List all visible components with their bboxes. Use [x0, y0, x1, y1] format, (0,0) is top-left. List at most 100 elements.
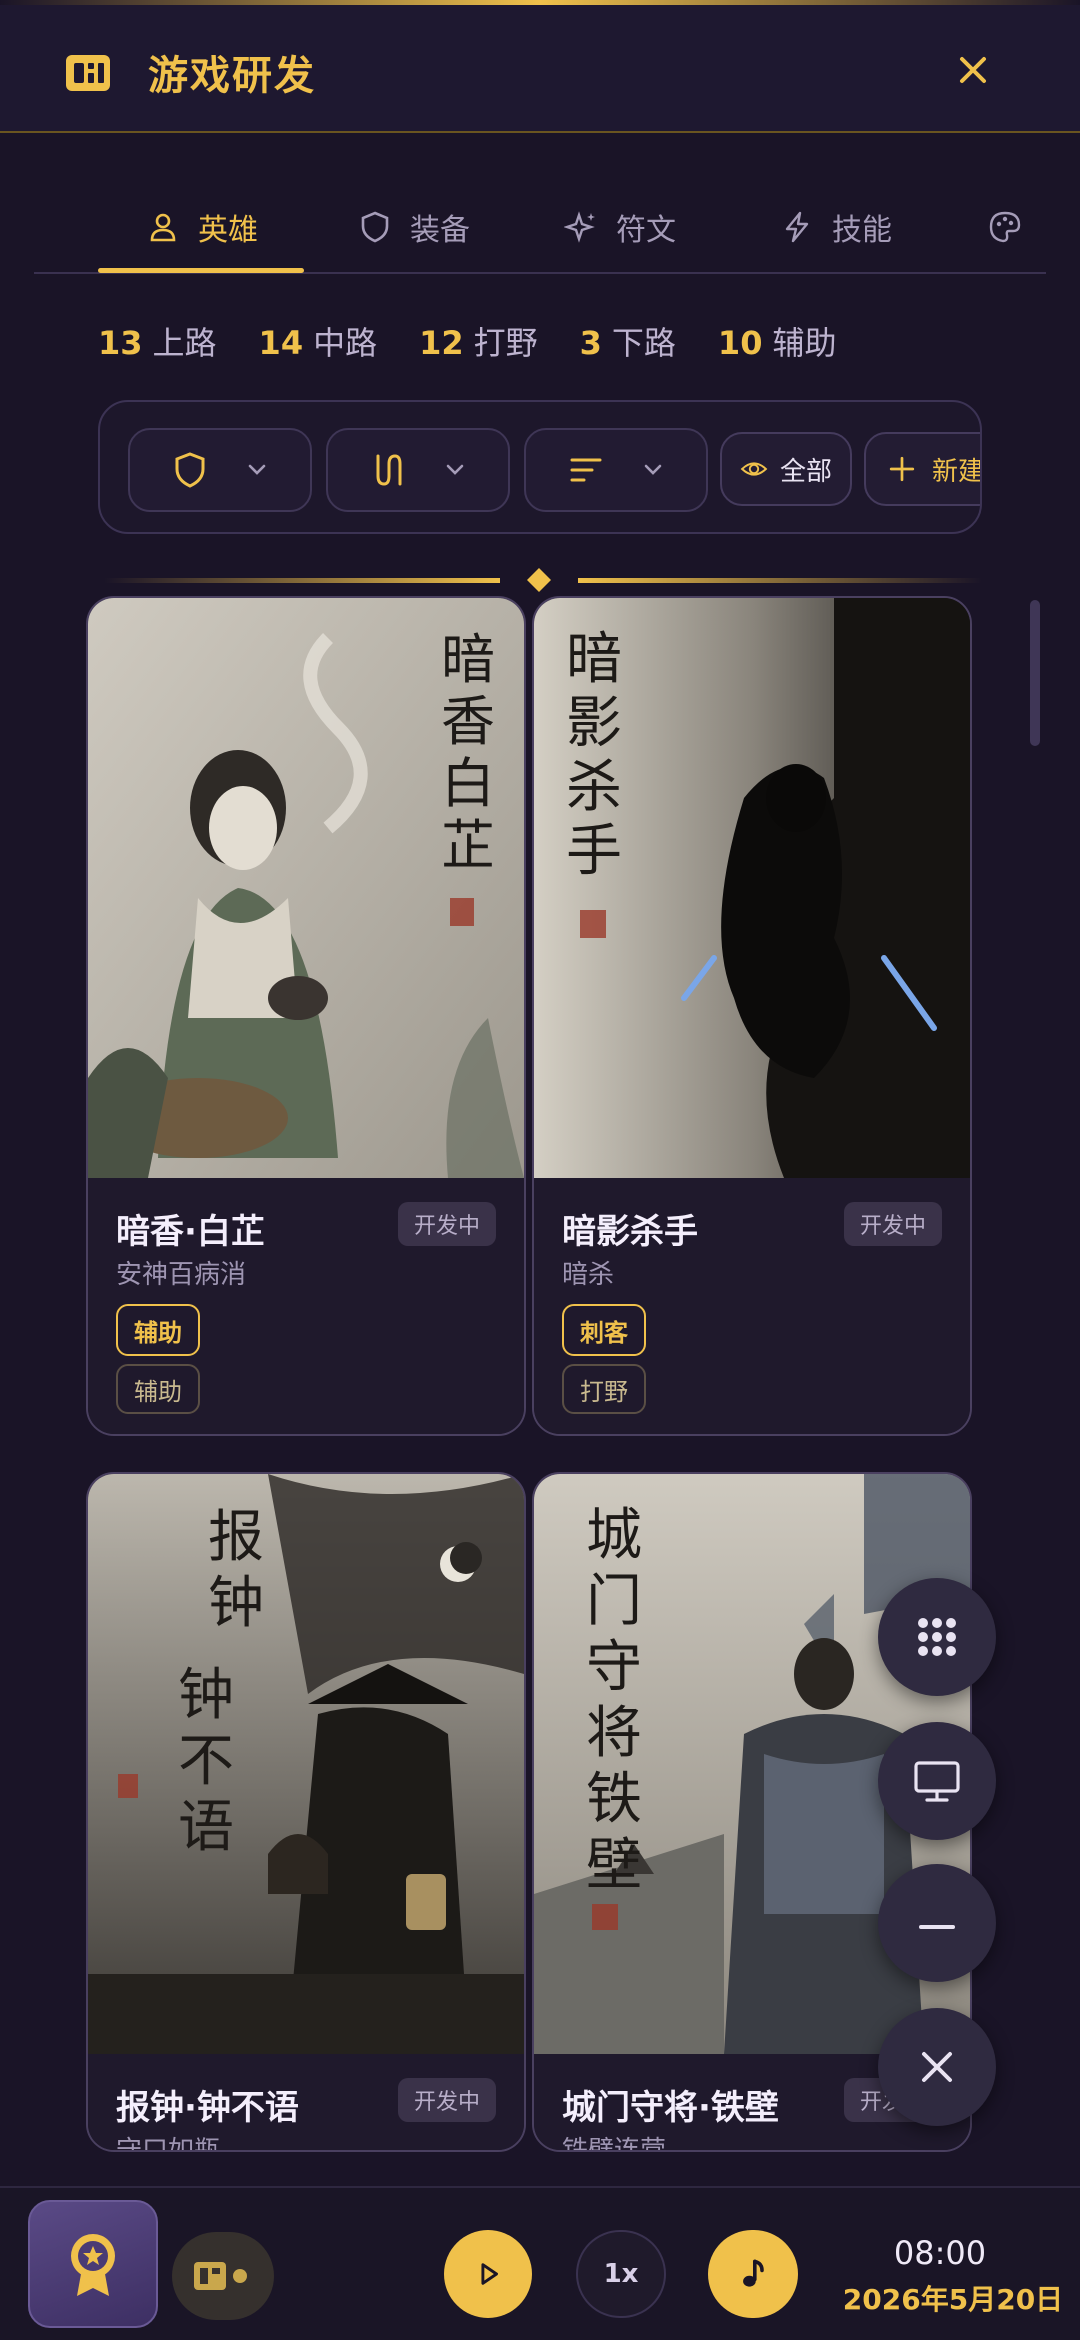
palette-icon [989, 211, 1021, 243]
music-button[interactable] [708, 2230, 798, 2318]
count-label: 上路 [152, 324, 217, 362]
art-title-char: 铁 [586, 1767, 642, 1832]
hero-name: 报钟·钟不语 [116, 2088, 299, 2128]
lane-filter-dropdown[interactable] [326, 428, 510, 512]
scrollbar[interactable] [1030, 600, 1040, 746]
minimize-icon [919, 1925, 955, 1929]
route-icon [376, 454, 402, 486]
count-label: 打野 [473, 324, 538, 362]
monitor-icon [914, 1761, 960, 1802]
category-tabs: 英雄 装备 符文 技能 [34, 180, 1046, 274]
new-label: 新建 [931, 456, 982, 487]
grid-icon [918, 1618, 956, 1656]
hero-card[interactable]: 暗 香 白 芷 暗香·白芷 开发中 安神百病消 辅助 辅助 [86, 596, 526, 1436]
art-title-char: 手 [566, 819, 622, 884]
count-number: 14 [258, 324, 304, 362]
hero-portrait-image: 暗 香 白 芷 [88, 598, 524, 1178]
game-date: 2026年5月20日 [842, 2283, 1064, 2316]
art-title-char: 门 [586, 1569, 642, 1634]
tab-skills[interactable]: 技能 [780, 180, 892, 274]
count-jungle[interactable]: 12 打野 [419, 318, 538, 368]
count-number: 3 [579, 324, 602, 362]
hero-card[interactable]: 暗 影 杀 手 暗影杀手 开发中 暗杀 刺客 打野 [532, 596, 972, 1436]
achievements-button[interactable] [28, 2200, 158, 2328]
visibility-filter-button[interactable]: 全部 [720, 432, 852, 506]
art-title-char: 香 [441, 690, 495, 753]
status-badge: 开发中 [843, 1202, 942, 1246]
music-icon [743, 2259, 764, 2287]
art-title-char: 杀 [566, 755, 622, 820]
sort-dropdown[interactable] [524, 428, 708, 512]
app-header: 游戏研发 [0, 5, 1080, 133]
award-icon [71, 2234, 115, 2296]
tab-label: 技能 [832, 213, 892, 248]
speed-button[interactable]: 1x [576, 2230, 666, 2318]
hero-subtitle: 铁壁连营 [562, 2136, 667, 2152]
count-mid[interactable]: 14 中路 [259, 318, 378, 368]
bolt-icon [785, 211, 809, 243]
count-top[interactable]: 13 上路 [98, 318, 217, 368]
art-title-char: 报 [208, 1505, 264, 1570]
sort-icon [570, 458, 602, 482]
play-button[interactable] [444, 2230, 532, 2318]
art-title-char: 暗 [566, 627, 622, 692]
tab-runes[interactable]: 符文 [564, 180, 676, 274]
art-title-char: 将 [586, 1701, 642, 1766]
user-icon [150, 213, 176, 242]
status-badge: 开发中 [397, 2078, 496, 2122]
plus-icon [889, 456, 915, 482]
ornamental-divider [104, 568, 982, 592]
tab-heroes[interactable]: 英雄 [146, 180, 258, 274]
art-title-char: 钟 [208, 1571, 264, 1636]
grid-view-button[interactable] [878, 1578, 996, 1696]
game-time: 08:00 [893, 2234, 987, 2272]
art-title-char: 白 [441, 752, 495, 815]
hero-subtitle: 安神百病消 [116, 1260, 247, 1290]
lane-tag: 辅助 [116, 1364, 200, 1414]
list-clip [0, 2152, 1080, 2186]
close-overlay-button[interactable] [878, 2008, 996, 2126]
count-support[interactable]: 10 辅助 [718, 318, 837, 368]
close-icon [922, 2052, 952, 2082]
tab-equipment[interactable]: 装备 [358, 180, 470, 274]
count-label: 辅助 [772, 324, 837, 362]
art-title-char: 语 [178, 1795, 234, 1860]
display-button[interactable] [878, 1722, 996, 1840]
role-tag: 刺客 [562, 1304, 646, 1356]
minimize-button[interactable] [878, 1864, 996, 1982]
page-title: 游戏研发 [148, 53, 316, 99]
count-label: 中路 [313, 324, 378, 362]
filter-bar: 全部 新建 [98, 400, 982, 534]
hero-portrait-image: 报 钟 钟 不 语 [88, 1474, 524, 2054]
tab-label: 符文 [616, 213, 676, 248]
art-title-char: 守 [586, 1635, 642, 1700]
tab-skins[interactable] [988, 180, 1022, 274]
art-title-char: 钟 [178, 1663, 234, 1728]
hero-portrait-image: 暗 影 杀 手 [534, 598, 970, 1178]
card-info: 暗香·白芷 开发中 安神百病消 辅助 辅助 [88, 1178, 524, 1434]
studio-mode-button[interactable] [172, 2232, 274, 2320]
art-title-char: 壁 [586, 1833, 642, 1898]
new-hero-button[interactable]: 新建 [864, 432, 982, 506]
chevron-down-icon [248, 464, 266, 475]
status-badge: 开发中 [397, 1202, 496, 1246]
count-label: 下路 [611, 324, 676, 362]
count-bottom[interactable]: 3 下路 [580, 318, 676, 368]
count-number: 10 [717, 324, 763, 362]
shield-icon [175, 452, 205, 488]
hero-card[interactable]: 报 钟 钟 不 语 报钟·钟不语 开发中 守口如瓶 [86, 1472, 526, 2152]
visibility-label: 全部 [779, 456, 832, 487]
tab-label: 英雄 [198, 213, 258, 248]
card-info: 报钟·钟不语 开发中 守口如瓶 [88, 2054, 524, 2150]
film-icon [194, 2262, 247, 2290]
film-icon [66, 55, 110, 91]
role-filter-dropdown[interactable] [128, 428, 312, 512]
shield-icon [361, 211, 389, 243]
lane-tag: 打野 [562, 1364, 646, 1414]
chevron-down-icon [644, 464, 662, 475]
art-title-char: 不 [178, 1729, 234, 1794]
hero-subtitle: 暗杀 [562, 1260, 615, 1290]
role-tag: 辅助 [116, 1304, 200, 1356]
close-icon[interactable] [948, 45, 998, 95]
tab-label: 装备 [410, 213, 470, 248]
